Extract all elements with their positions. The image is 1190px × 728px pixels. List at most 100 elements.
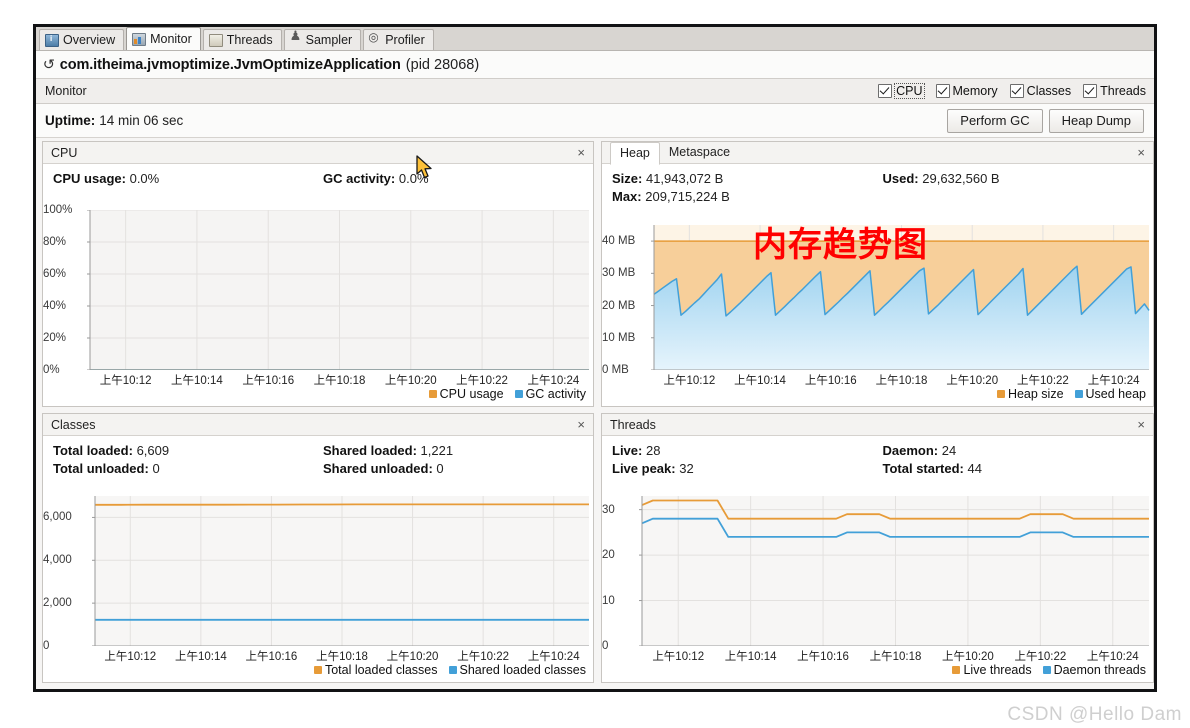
checkbox-threads[interactable]: Threads bbox=[1083, 84, 1146, 98]
legend-item[interactable]: Used heap bbox=[1074, 387, 1146, 401]
classes-chart-xtick: 上午10:20 bbox=[386, 651, 439, 663]
tab-sampler[interactable]: Sampler bbox=[283, 28, 362, 50]
cpu-chart-xtick: 上午10:18 bbox=[313, 375, 366, 387]
legend-label: Live threads bbox=[963, 663, 1032, 677]
cpu-chart-xaxis: 上午10:12 上午10:14 上午10:16 上午10:18 上午10:20 上午10:… bbox=[43, 370, 593, 387]
legend-item[interactable]: Daemon threads bbox=[1042, 663, 1146, 677]
threads-chart-xtick: 上午10:14 bbox=[724, 651, 777, 663]
classes-panel-header: Classes × bbox=[43, 414, 593, 436]
uptime-row: Uptime: 14 min 06 sec Perform GC Heap Du… bbox=[36, 104, 1154, 138]
heap-chart-ytick: 10 MB bbox=[602, 331, 636, 344]
tab-profiler-label: Profiler bbox=[385, 33, 425, 47]
tab-threads-label: Threads bbox=[226, 33, 273, 47]
watermark: CSDN @Hello Dam bbox=[1007, 704, 1182, 725]
classes-chart-xtick: 上午10:22 bbox=[457, 651, 510, 663]
close-icon[interactable]: × bbox=[575, 146, 587, 159]
checkbox-cpu[interactable]: CPU bbox=[878, 83, 925, 99]
legend-label: GC activity bbox=[525, 387, 586, 401]
classes-panel-stats: Total loaded: 6,609 Total unloaded: 0 Sh… bbox=[43, 436, 593, 479]
legend-item[interactable]: Shared loaded classes bbox=[448, 663, 586, 677]
uptime-label: Uptime: bbox=[45, 113, 96, 128]
classes-chart-ytick: 6,000 bbox=[43, 511, 72, 524]
threads-panel-title: Threads bbox=[610, 417, 656, 432]
checkbox-memory-box[interactable] bbox=[935, 84, 950, 98]
classes-chart-xtick: 上午10:14 bbox=[174, 651, 227, 663]
classes-chart-plot: 0 2,000 4,000 6,000 bbox=[43, 496, 593, 652]
classes-chart-xaxis: 上午10:12 上午10:14 上午10:16 上午10:18 上午10:20 上午10:… bbox=[43, 646, 593, 663]
cpu-chart-legend: CPU usage GC activity bbox=[43, 387, 593, 401]
checkbox-memory[interactable]: Memory bbox=[935, 84, 998, 98]
live-peak-label: Live peak: bbox=[612, 460, 676, 476]
cpu-chart[interactable]: 0% 20% 40% 60% 80% 100% 上午10:12 上午10:14 上午10:16 上… bbox=[43, 204, 593, 406]
tab-overview[interactable]: Overview bbox=[39, 29, 125, 50]
classes-chart[interactable]: 0 2,000 4,000 6,000 上午10:12 上午10:14 上午10:16 上午1… bbox=[43, 496, 593, 682]
heap-used-value: 29,632,560 B bbox=[922, 171, 1000, 186]
legend-item[interactable]: Heap size bbox=[996, 387, 1064, 401]
heap-used-label: Used: bbox=[882, 171, 919, 186]
visualvm-window: Overview Monitor Threads Sampler Profile… bbox=[33, 24, 1157, 692]
uptime-value: 14 min 06 sec bbox=[99, 113, 184, 128]
total-unloaded-value: 0 bbox=[152, 460, 160, 476]
heap-chart-xtick: 上午10:20 bbox=[946, 375, 999, 387]
cpu-chart-ytick: 60% bbox=[43, 268, 67, 280]
heap-subtab-heap[interactable]: Heap bbox=[610, 142, 660, 165]
monitor-toolbar: Monitor CPU Memory Classes Threads bbox=[36, 79, 1154, 104]
threads-chart-xtick: 上午10:12 bbox=[652, 651, 705, 663]
heap-chart-xtick: 上午10:22 bbox=[1017, 375, 1069, 387]
main-tabstrip: Overview Monitor Threads Sampler Profile… bbox=[36, 27, 1154, 51]
heap-chart-xtick: 上午10:24 bbox=[1087, 375, 1140, 387]
heap-panel: Heap Metaspace × Size: 41,943,072 B Max:… bbox=[601, 141, 1154, 407]
heap-chart[interactable]: 0 MB 10 MB 20 MB 30 MB 40 MB 上午10:12 上午10:14 上午… bbox=[602, 225, 1153, 406]
total-loaded-value: 6,609 bbox=[136, 443, 170, 458]
tab-threads[interactable]: Threads bbox=[202, 29, 282, 50]
perform-gc-button[interactable]: Perform GC bbox=[947, 108, 1043, 133]
cpu-chart-xtick: 上午10:14 bbox=[171, 375, 223, 387]
daemon-threads-label: Daemon: bbox=[882, 443, 939, 458]
threads-chart-legend: Live threads Daemon threads bbox=[602, 663, 1153, 677]
shared-unloaded-value: 0 bbox=[436, 460, 444, 476]
legend-item[interactable]: Live threads bbox=[952, 663, 1032, 677]
checkbox-classes[interactable]: Classes bbox=[1009, 84, 1072, 98]
threads-icon bbox=[208, 33, 223, 47]
heap-chart-legend: Heap size Used heap bbox=[602, 387, 1153, 401]
tab-profiler[interactable]: Profiler bbox=[363, 29, 434, 50]
heap-size-value: 41,943,072 B bbox=[645, 171, 724, 186]
threads-chart-ytick: 30 bbox=[602, 503, 615, 516]
cpu-usage-value: 0.0% bbox=[129, 171, 160, 186]
profiler-icon bbox=[368, 30, 381, 46]
checkbox-cpu-box[interactable] bbox=[878, 84, 893, 98]
threads-chart-xtick: 上午10:16 bbox=[797, 651, 849, 663]
tab-monitor[interactable]: Monitor bbox=[126, 27, 201, 50]
close-icon[interactable]: × bbox=[1135, 418, 1147, 431]
heap-chart-xtick: 上午10:16 bbox=[804, 375, 857, 387]
threads-chart[interactable]: 0 10 20 30 上午10:12 上午10:14 上午10:16 上午10:18 上午10:… bbox=[602, 496, 1153, 682]
classes-chart-legend: Total loaded classes Shared loaded classe… bbox=[43, 663, 593, 677]
cpu-panel-header: CPU × bbox=[43, 142, 593, 164]
checkbox-memory-label: Memory bbox=[952, 84, 998, 98]
checkbox-classes-box[interactable] bbox=[1009, 84, 1024, 98]
threads-chart-xtick: 上午10:22 bbox=[1014, 651, 1067, 663]
live-peak-value: 32 bbox=[679, 460, 694, 476]
classes-chart-xtick: 上午10:18 bbox=[316, 651, 368, 663]
heap-subtab-metaspace[interactable]: Metaspace bbox=[660, 142, 739, 163]
cpu-chart-xtick: 上午10:12 bbox=[99, 375, 152, 387]
legend-swatch-icon bbox=[448, 666, 457, 674]
classes-panel-title: Classes bbox=[51, 417, 96, 432]
checkbox-classes-label: Classes bbox=[1026, 84, 1072, 98]
legend-item[interactable]: GC activity bbox=[514, 387, 586, 401]
legend-swatch-icon bbox=[1042, 666, 1051, 674]
legend-label: Daemon threads bbox=[1053, 663, 1146, 677]
legend-item[interactable]: Total loaded classes bbox=[313, 663, 438, 677]
total-loaded-label: Total loaded: bbox=[53, 443, 133, 458]
heap-dump-button[interactable]: Heap Dump bbox=[1048, 108, 1144, 133]
gc-activity-value: 0.0% bbox=[398, 171, 429, 186]
refresh-icon[interactable]: ↺ bbox=[43, 56, 55, 73]
legend-item[interactable]: CPU usage bbox=[428, 387, 504, 401]
heap-chart-ytick: 40 MB bbox=[602, 235, 636, 248]
threads-chart-xaxis: 上午10:12 上午10:14 上午10:16 上午10:18 上午10:20 上午10:… bbox=[602, 646, 1153, 663]
close-icon[interactable]: × bbox=[1135, 146, 1147, 159]
checkbox-threads-box[interactable] bbox=[1083, 84, 1098, 98]
close-icon[interactable]: × bbox=[575, 418, 587, 431]
heap-max-label: Max: bbox=[612, 188, 642, 204]
application-name: com.itheima.jvmoptimize.JvmOptimizeAppli… bbox=[59, 56, 401, 73]
